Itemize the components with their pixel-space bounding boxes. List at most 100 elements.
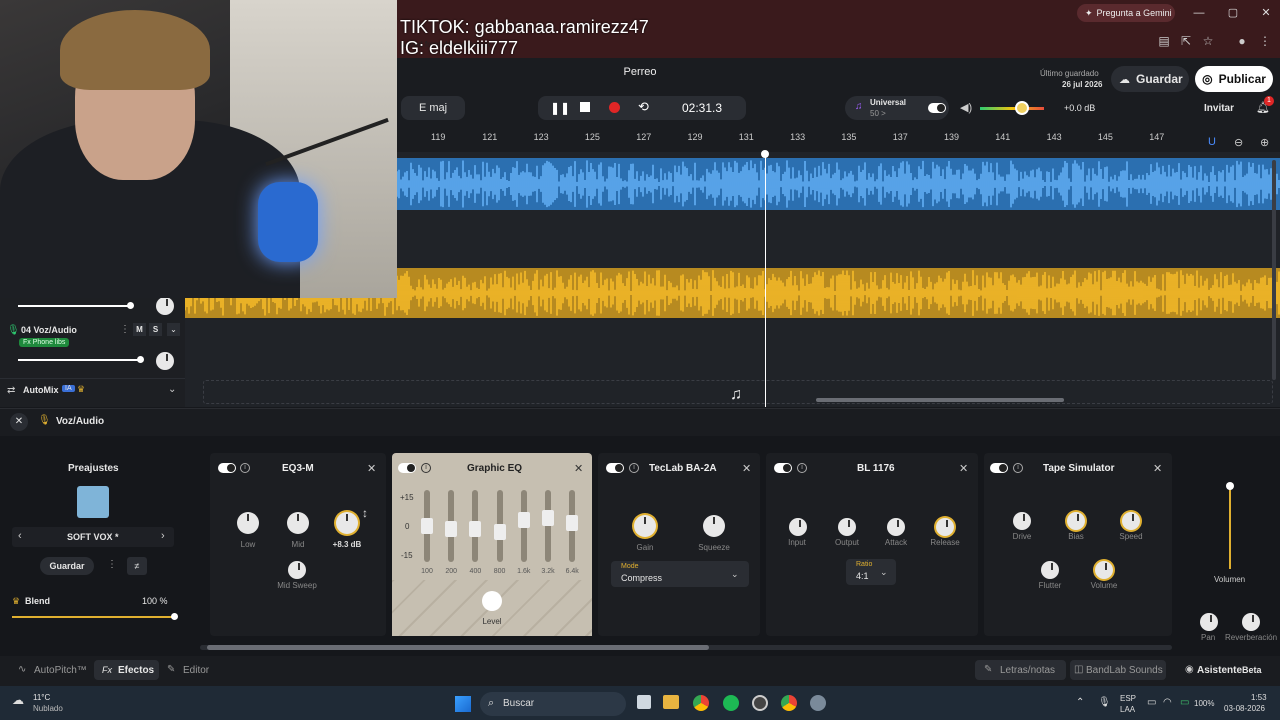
tape-toggle[interactable]: [990, 463, 1008, 473]
pause-icon[interactable]: ❚❚: [550, 101, 570, 115]
eq3-sweep-knob[interactable]: [288, 561, 306, 579]
solo-button[interactable]: S: [149, 323, 162, 336]
record-icon[interactable]: [609, 102, 620, 113]
effects-scroll-thumb[interactable]: [207, 645, 709, 650]
bl1176-input-knob[interactable]: [789, 518, 807, 536]
invite-button[interactable]: Invitar: [1204, 103, 1234, 114]
key-selector[interactable]: E maj: [401, 96, 465, 120]
master-volume-fader[interactable]: [1229, 485, 1231, 569]
add-music-icon[interactable]: ♫: [730, 386, 742, 404]
volume-handle[interactable]: [1015, 101, 1029, 115]
gemini-button[interactable]: ✦ Pregunta a Gemini: [1077, 4, 1175, 22]
loop-icon[interactable]: ⟲: [638, 99, 649, 115]
close-panel-icon[interactable]: ✕: [10, 413, 28, 431]
geq-band-fader[interactable]: [493, 523, 506, 540]
wifi-icon[interactable]: ◠: [1163, 697, 1172, 708]
geq-band-track[interactable]: [545, 490, 551, 562]
profile-icon[interactable]: ●: [1233, 32, 1251, 50]
editor-tab[interactable]: Editor: [183, 665, 209, 676]
playhead[interactable]: [765, 152, 766, 407]
eq3-close-icon[interactable]: ✕: [367, 462, 376, 475]
chrome-active-icon[interactable]: [781, 695, 797, 711]
obs-icon[interactable]: [752, 695, 768, 711]
eq3-mid-knob[interactable]: [287, 512, 309, 534]
bypass-icon[interactable]: ≠: [127, 557, 147, 575]
geq-band-fader[interactable]: [517, 512, 530, 529]
close-window-icon[interactable]: ✕: [1255, 4, 1277, 22]
preset-thumbnail[interactable]: [77, 486, 109, 518]
tape-flutter-knob[interactable]: [1041, 561, 1059, 579]
lang-secondary[interactable]: LAA: [1120, 705, 1135, 714]
eq3-low-knob[interactable]: [237, 512, 259, 534]
teclab-toggle[interactable]: [606, 463, 624, 473]
bl1176-output-knob[interactable]: [838, 518, 856, 536]
weather-icon[interactable]: ☁: [12, 693, 24, 707]
publish-button[interactable]: ◎ Publicar: [1195, 66, 1273, 92]
display-icon[interactable]: ▭: [1147, 697, 1156, 708]
preset-save-button[interactable]: Guardar: [40, 557, 94, 575]
settings-icon[interactable]: [810, 695, 826, 711]
track4-fx-badge[interactable]: Fx Phone libs: [19, 338, 70, 347]
tray-chevron-icon[interactable]: ⌃: [1076, 697, 1084, 708]
timeline-ruler[interactable]: [397, 130, 1280, 152]
autopitch-tab[interactable]: AutoPitch™: [34, 665, 87, 676]
bookmark-icon[interactable]: ☆: [1199, 32, 1217, 50]
next-preset-icon[interactable]: ›: [161, 530, 165, 542]
task-view-icon[interactable]: [637, 695, 651, 709]
zoom-out-icon[interactable]: ⊖: [1234, 136, 1243, 149]
lang-primary[interactable]: ESP: [1120, 694, 1136, 703]
bl1176-toggle[interactable]: [774, 463, 792, 473]
teclab-gain-knob[interactable]: [634, 515, 656, 537]
taskbar-search[interactable]: [480, 692, 626, 716]
menu-icon[interactable]: ⋮: [1256, 32, 1274, 50]
magnet-icon[interactable]: U: [1208, 136, 1216, 148]
tape-close-icon[interactable]: ✕: [1153, 462, 1162, 475]
geq-band-fader[interactable]: [566, 515, 579, 532]
track4-name[interactable]: 04 Voz/Audio: [21, 325, 77, 335]
tape-bias-knob[interactable]: [1067, 512, 1085, 530]
master-volume-slider[interactable]: [980, 107, 1044, 110]
geq-close-icon[interactable]: ✕: [574, 462, 583, 475]
install-icon[interactable]: ⇱: [1177, 32, 1195, 50]
battery-icon[interactable]: ▭: [1180, 697, 1189, 708]
clock-time[interactable]: 1:53: [1251, 693, 1267, 702]
minimize-icon[interactable]: —: [1188, 4, 1210, 22]
track4-volume-slider[interactable]: [18, 359, 140, 361]
tray-mic-icon[interactable]: 🎙︎: [1098, 697, 1111, 708]
chevron-down-icon[interactable]: ⌄: [167, 323, 180, 336]
master-reverb-knob[interactable]: [1242, 613, 1260, 631]
effects-tab[interactable]: Efectos: [118, 665, 154, 676]
tape-info-icon[interactable]: i: [1013, 463, 1023, 473]
bl1176-release-knob[interactable]: [936, 518, 954, 536]
track4-pan-knob[interactable]: [156, 352, 174, 370]
file-explorer-icon[interactable]: [663, 695, 679, 709]
spotify-icon[interactable]: [723, 695, 739, 711]
geq-level-knob[interactable]: [482, 591, 502, 611]
preset-menu-icon[interactable]: ⋮: [107, 559, 117, 570]
master-pan-knob[interactable]: [1200, 613, 1218, 631]
vertical-scrollbar[interactable]: [1272, 160, 1276, 380]
tape-drive-knob[interactable]: [1013, 512, 1031, 530]
geq-band-fader[interactable]: [469, 520, 482, 537]
eq3-info-icon[interactable]: i: [240, 463, 250, 473]
master-volume-handle[interactable]: [1226, 482, 1234, 490]
bl1176-close-icon[interactable]: ✕: [959, 462, 968, 475]
teclab-info-icon[interactable]: i: [629, 463, 639, 473]
tape-volume-knob[interactable]: [1095, 561, 1113, 579]
track4-menu-icon[interactable]: ⋮: [120, 324, 130, 335]
eq3-toggle[interactable]: [218, 463, 236, 473]
eq3-high-knob[interactable]: [336, 512, 358, 534]
instrument-toggle[interactable]: [928, 103, 946, 113]
geq-band-fader[interactable]: [421, 518, 433, 534]
geq-info-icon[interactable]: i: [421, 463, 431, 473]
blend-slider[interactable]: [12, 616, 175, 618]
blend-handle[interactable]: [171, 613, 178, 620]
geq-band-fader[interactable]: [542, 509, 554, 526]
bl1176-attack-knob[interactable]: [887, 518, 905, 536]
playhead-handle[interactable]: [761, 150, 769, 158]
assistant-button[interactable]: Asistente: [1197, 665, 1242, 676]
track3-pan-knob[interactable]: [156, 297, 174, 315]
geq-band-fader[interactable]: [445, 520, 458, 537]
track4-volume-handle[interactable]: [137, 356, 144, 363]
reader-icon[interactable]: ▤: [1155, 32, 1173, 50]
